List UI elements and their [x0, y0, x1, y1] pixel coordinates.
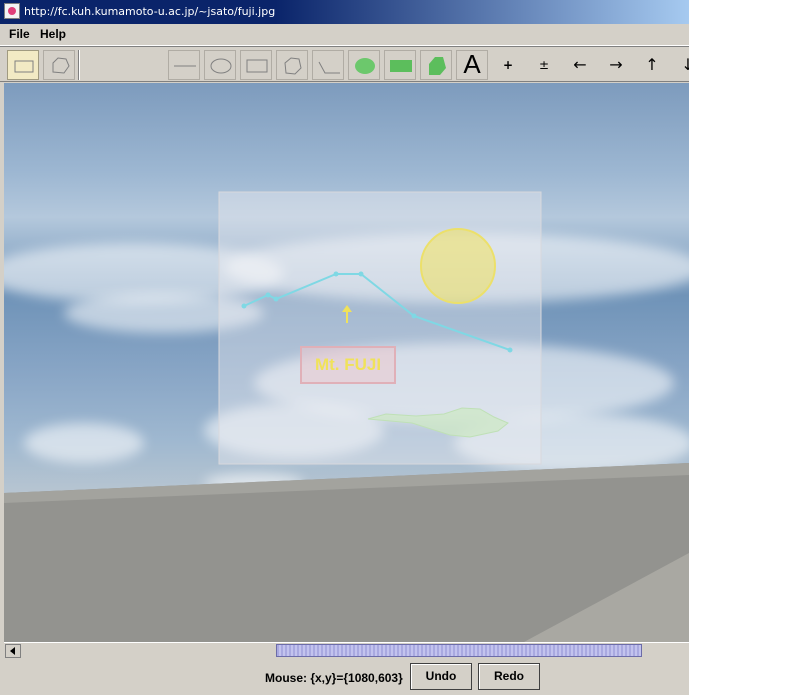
line-icon [174, 65, 196, 67]
zoom-in-button[interactable]: + [492, 50, 524, 80]
select-rect-tool-button[interactable] [7, 50, 39, 80]
sun-ellipse[interactable] [420, 228, 496, 304]
zoom-out-button[interactable]: ± [528, 50, 560, 80]
polyline-icon [318, 61, 340, 74]
mouse-coordinates: Mouse: {x,y}={1080,603} [265, 671, 403, 685]
menu-file[interactable]: File [9, 27, 30, 41]
status-bar: Mouse: {x,y}={1080,603} Undo Redo [0, 659, 689, 695]
filled-polygon-tool-button[interactable] [420, 50, 452, 80]
select-freeform-tool-button[interactable] [43, 50, 75, 80]
text-tool-button[interactable]: A [456, 49, 488, 80]
window-title: http://fc.kuh.kumamoto-u.ac.jp/~jsato/fu… [24, 5, 276, 18]
title-bar: http://fc.kuh.kumamoto-u.ac.jp/~jsato/fu… [0, 0, 689, 24]
undo-button[interactable]: Undo [410, 663, 472, 690]
filled-ellipse-icon [355, 58, 375, 74]
image-canvas[interactable]: Mt. FUJI [4, 83, 689, 642]
text-tool-icon: A [463, 49, 481, 79]
mt-fuji-label[interactable]: Mt. FUJI [300, 346, 396, 384]
redo-button[interactable]: Redo [478, 663, 540, 690]
toolbar-separator [78, 50, 80, 80]
menu-help[interactable]: Help [40, 27, 66, 41]
pan-left-button[interactable]: ← [564, 50, 596, 80]
filled-rectangle-icon [390, 60, 412, 72]
application-window: http://fc.kuh.kumamoto-u.ac.jp/~jsato/fu… [0, 0, 689, 695]
scrollbar-thumb[interactable] [276, 644, 642, 657]
pan-right-button[interactable]: → [600, 50, 632, 80]
filled-ellipse-tool-button[interactable] [348, 50, 380, 80]
pan-up-button[interactable]: ↑ [636, 50, 668, 80]
app-icon [4, 3, 20, 19]
pan-down-button[interactable]: ↓ [672, 50, 689, 80]
line-tool-button[interactable] [168, 50, 200, 80]
rectangle-selection-icon [14, 60, 34, 73]
menu-bar: File Help [0, 24, 689, 46]
scroll-left-arrow-icon[interactable] [5, 644, 21, 658]
freeform-selection-icon [52, 57, 70, 74]
polygon-outline-icon [284, 57, 302, 75]
rectangle-tool-button[interactable] [240, 50, 272, 80]
polygon-tool-button[interactable] [276, 50, 308, 80]
ellipse-outline-icon [210, 58, 232, 74]
toolbar: A + ± ← → ↑ ↓ [0, 46, 689, 82]
horizontal-scrollbar[interactable] [4, 642, 689, 659]
filled-rectangle-tool-button[interactable] [384, 50, 416, 80]
rectangle-outline-icon [246, 59, 268, 73]
polyline-tool-button[interactable] [312, 50, 344, 80]
ellipse-tool-button[interactable] [204, 50, 236, 80]
filled-polygon-icon [429, 57, 446, 75]
